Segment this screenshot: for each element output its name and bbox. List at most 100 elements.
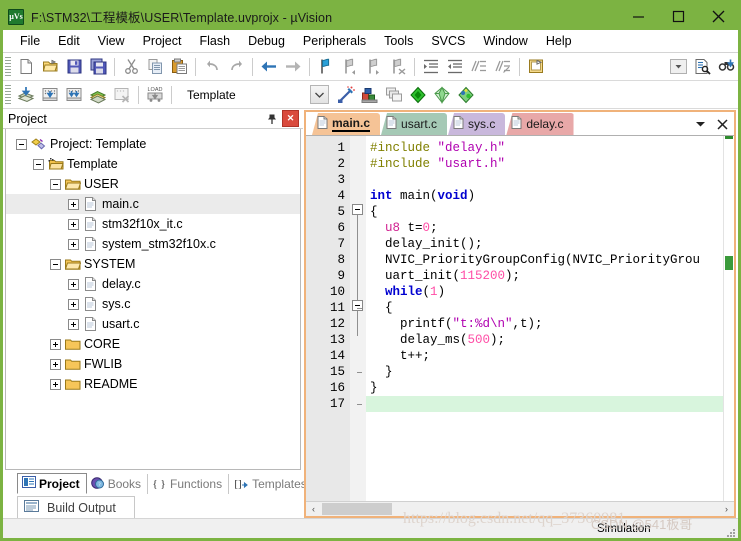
translate-icon[interactable] [14,83,38,107]
batch-build-icon[interactable] [86,83,110,107]
expander-plus-icon[interactable] [68,298,79,310]
menu-edit[interactable]: Edit [49,31,89,51]
tree-item-fwlib[interactable]: FWLIB [6,354,300,374]
menu-debug[interactable]: Debug [239,31,294,51]
find-combo-arrow-icon[interactable] [666,55,690,79]
run-config-wizard-icon[interactable] [430,83,454,107]
menu-file[interactable]: File [11,31,49,51]
editor-tab-sys-c[interactable]: sys.c [448,113,506,135]
bookmark-list-icon[interactable] [524,55,548,79]
menu-tools[interactable]: Tools [375,31,422,51]
resize-grip-icon[interactable] [724,525,736,537]
code-text[interactable]: #include "delay.h" #include "usart.h" in… [366,136,723,501]
cut-icon[interactable] [119,55,143,79]
expander-plus-icon[interactable] [68,318,79,330]
menu-peripherals[interactable]: Peripherals [294,31,375,51]
chevron-down-icon[interactable] [310,85,329,104]
scroll-left-arrow-icon[interactable]: ‹ [306,502,321,516]
comment-icon[interactable] [467,55,491,79]
tab-list-chevron-icon[interactable] [693,115,708,133]
fold-toggle-line-11[interactable] [352,300,363,311]
navigate-forward-icon[interactable] [281,55,305,79]
bookmark-next-icon[interactable] [362,55,386,79]
save-all-icon[interactable] [86,55,110,79]
tree-item-main-c[interactable]: main.c [6,194,300,214]
expander-plus-icon[interactable] [50,358,61,370]
expander-plus-icon[interactable] [68,198,79,210]
expander-plus-icon[interactable] [50,378,61,390]
tree-item-core[interactable]: CORE [6,334,300,354]
tree-item-project-template[interactable]: Project: Template [6,134,300,154]
redo-icon[interactable] [224,55,248,79]
close-button[interactable] [698,3,738,30]
expander-plus-icon[interactable] [68,218,79,230]
new-file-icon[interactable] [14,55,38,79]
find-next-icon[interactable] [714,55,738,79]
options-target-icon[interactable] [334,83,358,107]
tree-item-user[interactable]: USER [6,174,300,194]
undo-icon[interactable] [200,55,224,79]
expander-minus-icon[interactable] [50,178,61,190]
find-in-files-icon[interactable] [690,55,714,79]
tab-books[interactable]: ? Books [87,474,149,494]
rebuild-icon[interactable] [62,83,86,107]
maximize-button[interactable] [658,3,698,30]
menu-window[interactable]: Window [474,31,536,51]
expander-plus-icon[interactable] [68,238,79,250]
uncomment-icon[interactable] [491,55,515,79]
navigate-back-icon[interactable] [257,55,281,79]
manage-components-icon[interactable] [358,83,382,107]
menu-svcs[interactable]: SVCS [422,31,474,51]
code-editor[interactable]: 1 2 3 4 5 6 7 8 9 10 11 12 13 14 15 16 1 [306,136,734,501]
copy-icon[interactable] [143,55,167,79]
project-tree[interactable]: Project: Template Template USER main.c s… [5,129,301,470]
code-folding-column[interactable] [350,136,366,501]
tree-item-system[interactable]: SYSTEM [6,254,300,274]
tab-templates[interactable]: [] Templates [229,474,314,494]
editor-tab-main-c[interactable]: main.c [312,113,381,135]
menu-help[interactable]: Help [537,31,581,51]
tree-item-template[interactable]: Template [6,154,300,174]
expander-plus-icon[interactable] [68,278,79,290]
indent-icon[interactable] [419,55,443,79]
menu-view[interactable]: View [89,31,134,51]
tab-functions[interactable]: { } Functions [148,474,230,494]
pin-icon[interactable] [263,110,280,127]
bookmark-prev-icon[interactable] [338,55,362,79]
tree-item-stm32f10x-it-c[interactable]: stm32f10x_it.c [6,214,300,234]
tab-project[interactable]: Project [17,473,87,494]
tree-item-usart-c[interactable]: usart.c [6,314,300,334]
menu-flash[interactable]: Flash [190,31,239,51]
expander-minus-icon[interactable] [50,258,61,270]
editor-tab-usart-c[interactable]: usart.c [381,113,448,135]
expander-minus-icon[interactable] [16,138,27,150]
expander-plus-icon[interactable] [50,338,61,350]
editor-tab-delay-c[interactable]: delay.c [506,113,574,135]
tab-close-icon[interactable] [715,115,730,133]
editor-horizontal-scrollbar[interactable]: ‹ › [306,501,734,516]
outdent-icon[interactable] [443,55,467,79]
menu-project[interactable]: Project [134,31,191,51]
toolbar-grip[interactable] [5,56,11,77]
target-selector[interactable]: Template [182,84,330,105]
paste-icon[interactable] [167,55,191,79]
manage-run-env-icon[interactable] [454,83,478,107]
minimize-button[interactable] [618,3,658,30]
expander-minus-icon[interactable] [33,158,44,170]
tab-build-output[interactable]: Build Output [17,496,135,518]
scroll-right-arrow-icon[interactable]: › [719,502,734,516]
stop-build-icon[interactable] [110,83,134,107]
project-panel-close-button[interactable]: ✕ [282,110,299,127]
bookmark-clear-icon[interactable] [386,55,410,79]
multi-project-icon[interactable] [382,83,406,107]
open-file-icon[interactable] [38,55,62,79]
download-icon[interactable]: LOAD [143,83,167,107]
code-line-current[interactable] [366,396,723,412]
save-icon[interactable] [62,55,86,79]
build-toolbar-grip[interactable] [5,84,11,105]
tree-item-readme[interactable]: README [6,374,300,394]
fold-toggle-line-5[interactable] [352,204,363,215]
build-icon[interactable] [38,83,62,107]
tree-item-sys-c[interactable]: sys.c [6,294,300,314]
tree-item-delay-c[interactable]: delay.c [6,274,300,294]
